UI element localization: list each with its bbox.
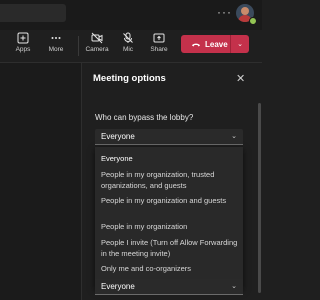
title-bar: ··· [0,0,262,30]
dropdown-option[interactable]: People I invite (Turn off Allow Forwardi… [101,237,239,259]
close-icon[interactable]: ✕ [236,72,245,85]
apps-button[interactable]: Apps [9,32,37,53]
more-icon [51,37,61,39]
leave-button[interactable]: Leave [181,35,231,53]
leave-label: Leave [205,39,228,49]
leave-button-group: Leave ⌄ [181,35,249,53]
camera-button[interactable]: Camera [83,32,111,53]
leave-options-chevron-icon[interactable]: ⌄ [231,40,249,48]
meeting-stage [0,63,81,300]
presence-indicator-icon [249,17,257,25]
panel-title: Meeting options [93,73,166,84]
camera-off-icon [91,32,103,44]
title-search-area[interactable] [0,4,66,22]
mic-label: Mic [122,46,134,53]
camera-label: Camera [85,46,109,53]
dropdown-option[interactable]: People in my organization and guests [101,195,239,206]
apps-label: Apps [15,46,31,53]
panel-scrollbar[interactable] [258,103,261,293]
lobby-bypass-dropdown: Everyone People in my organization, trus… [95,147,243,289]
more-button[interactable]: More [42,32,70,53]
more-options-icon[interactable]: ··· [217,5,232,19]
next-option-value: Everyone [101,282,135,291]
dropdown-option[interactable]: Everyone [101,153,239,164]
dropdown-option[interactable]: Only me and co-organizers [101,263,239,274]
share-icon [153,33,165,43]
chevron-down-icon: ⌄ [231,283,237,290]
next-option-select[interactable]: Everyone ⌄ [95,279,243,295]
share-label: Share [150,46,168,53]
chevron-down-icon: ⌄ [231,133,237,140]
lobby-bypass-select[interactable]: Everyone ⌄ [95,129,243,145]
lobby-bypass-value: Everyone [101,132,135,141]
meeting-options-panel: Meeting options ✕ Who can bypass the lob… [81,63,263,300]
lobby-bypass-question: Who can bypass the lobby? [95,113,194,122]
hang-up-icon [192,43,200,47]
toolbar-divider [78,36,79,56]
more-label: More [48,46,64,53]
mic-button[interactable]: Mic [114,32,142,53]
dropdown-option[interactable]: People in my organization, trusted organ… [101,169,239,191]
apps-icon [17,32,29,44]
mic-off-icon [123,32,133,43]
share-button[interactable]: Share [145,32,173,53]
dropdown-option[interactable]: People in my organization [101,221,239,232]
